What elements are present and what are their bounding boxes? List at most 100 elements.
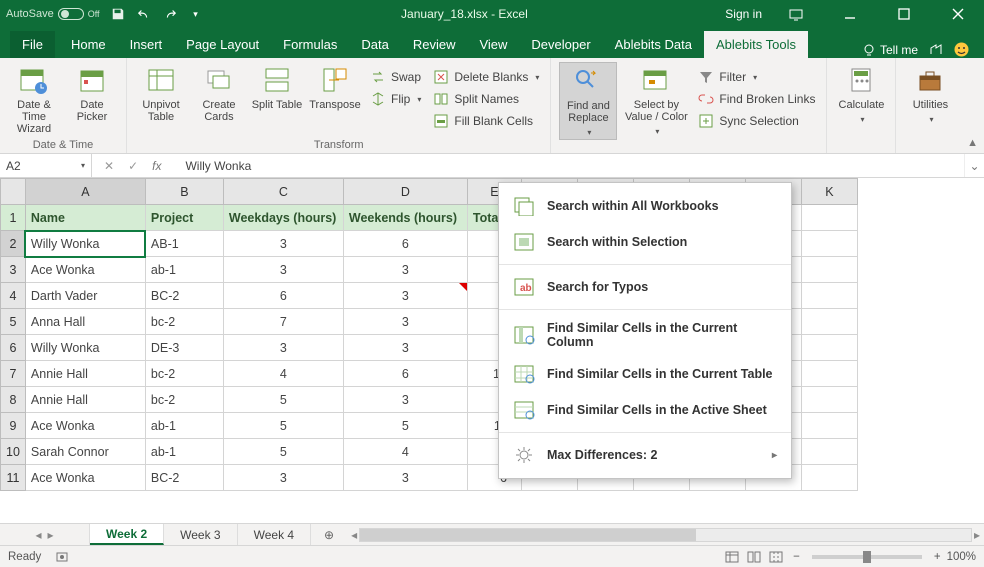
flip-icon [370,91,386,107]
tellme[interactable]: Tell me [862,43,918,57]
menu-max-differences[interactable]: Max Differences: 2▸ [499,437,791,473]
fill-blank-button[interactable]: Fill Blank Cells [430,110,542,132]
autosave-toggle[interactable]: AutoSave Off [6,8,100,20]
find-broken-links-button[interactable]: Find Broken Links [695,88,818,110]
gear-icon [513,444,535,466]
date-picker-button[interactable]: Date Picker [66,62,118,123]
spreadsheet-grid[interactable]: A B C D E F G H I J K 1 Name Project Wee… [0,178,984,523]
calendar-icon [76,64,108,96]
name-box[interactable]: A2 ▾ [0,154,92,177]
group-label: Transform [314,138,364,151]
svg-text:ab: ab [520,283,532,294]
zoom-in-icon[interactable]: + [934,551,941,563]
tab-insert[interactable]: Insert [118,31,175,58]
col-header[interactable]: B [145,179,223,205]
calculate-button[interactable]: Calculate▾ [835,62,887,126]
zoom-level[interactable]: 100% [947,551,976,563]
split-names-button[interactable]: Split Names [430,88,542,110]
sheet-nav[interactable]: ◂▸ [0,524,90,545]
signin-link[interactable]: Sign in [725,7,762,21]
smiley-icon[interactable] [953,41,970,58]
expand-formula-icon[interactable]: ⌄ [964,154,984,177]
sync-selection-button[interactable]: Sync Selection [695,110,818,132]
tab-view[interactable]: View [467,31,519,58]
date-time-wizard-button[interactable]: Date & Time Wizard [8,62,60,135]
view-normal-icon[interactable] [721,548,743,566]
flip-button[interactable]: Flip▾ [367,88,424,110]
zoom-out-icon[interactable]: − [793,551,800,563]
tab-ablebits-tools[interactable]: Ablebits Tools [704,31,808,58]
group-utilities: Utilities▾ [896,58,964,153]
macro-recorder-icon[interactable] [55,550,69,564]
filter-button[interactable]: Filter▾ [695,66,818,88]
menu-similar-column[interactable]: Find Similar Cells in the Current Column [499,314,791,356]
zoom-slider[interactable] [812,555,922,559]
lightbulb-icon [862,43,876,57]
ribbon-tabs: File Home Insert Page Layout Formulas Da… [0,28,984,58]
menu-similar-table[interactable]: Find Similar Cells in the Current Table [499,356,791,392]
col-header[interactable]: A [25,179,145,205]
view-page-layout-icon[interactable] [743,548,765,566]
formula-input[interactable]: Willy Wonka [179,154,964,177]
split-names-icon [433,91,449,107]
redo-icon[interactable] [162,6,178,22]
col-header[interactable]: D [343,179,467,205]
tab-formulas[interactable]: Formulas [271,31,349,58]
fill-blank-icon [433,113,449,129]
fx-icon[interactable]: fx [152,159,161,173]
select-all-corner[interactable] [1,179,26,205]
chevron-down-icon: ▾ [81,161,85,170]
find-replace-button[interactable]: Find and Replace▾ [559,62,617,140]
titlebar: AutoSave Off ▾ January_18.xlsx - Excel S… [0,0,984,28]
undo-icon[interactable] [136,6,152,22]
col-header[interactable]: K [801,179,857,205]
similar-column-icon [513,324,535,346]
sheet-tab-week4[interactable]: Week 4 [238,524,311,545]
ribbon-options-icon[interactable] [776,0,816,28]
transpose-button[interactable]: Transpose [309,62,361,111]
menu-similar-sheet[interactable]: Find Similar Cells in the Active Sheet [499,392,791,428]
horizontal-scrollbar[interactable]: ◂ ▸ [347,524,984,545]
accept-formula-icon[interactable]: ✓ [128,159,138,173]
share-icon[interactable] [928,42,943,57]
tab-review[interactable]: Review [401,31,468,58]
tab-home[interactable]: Home [59,31,118,58]
utilities-button[interactable]: Utilities▾ [904,62,956,126]
view-page-break-icon[interactable] [765,548,787,566]
menu-search-selection[interactable]: Search within Selection [499,224,791,260]
maximize-icon[interactable] [884,0,924,28]
menu-search-typos[interactable]: abSearch for Typos [499,269,791,305]
menu-search-all-workbooks[interactable]: Search within All Workbooks [499,188,791,224]
toolbox-icon [914,64,946,96]
chevron-right-icon: ▸ [772,450,777,461]
qat-dropdown-icon[interactable]: ▾ [188,6,204,22]
split-table-button[interactable]: Split Table [251,62,303,111]
tab-data[interactable]: Data [349,31,400,58]
filter-icon [698,69,714,85]
transpose-icon [319,64,351,96]
delete-blanks-button[interactable]: Delete Blanks▾ [430,66,542,88]
minimize-icon[interactable] [830,0,870,28]
calculator-icon [845,64,877,96]
tab-file[interactable]: File [10,31,55,58]
cancel-formula-icon[interactable]: ✕ [104,159,114,173]
select-by-icon [640,64,672,96]
window-title: January_18.xlsx - Excel [204,7,726,21]
sheet-tab-week2[interactable]: Week 2 [90,524,164,545]
create-cards-button[interactable]: Create Cards [193,62,245,123]
select-by-button[interactable]: Select by Value / Color▾ [623,62,689,138]
tab-page-layout[interactable]: Page Layout [174,31,271,58]
col-header[interactable]: C [223,179,343,205]
typos-icon: ab [513,276,535,298]
tab-developer[interactable]: Developer [519,31,602,58]
sheet-tab-bar: ◂▸ Week 2 Week 3 Week 4 ⊕ ◂ ▸ [0,523,984,545]
collapse-ribbon-icon[interactable]: ▲ [967,137,978,149]
close-icon[interactable] [938,0,978,28]
add-sheet-button[interactable]: ⊕ [311,524,347,545]
cell-A2[interactable]: Willy Wonka [25,231,145,257]
unpivot-table-button[interactable]: Unpivot Table [135,62,187,123]
swap-button[interactable]: Swap [367,66,424,88]
tab-ablebits-data[interactable]: Ablebits Data [603,31,704,58]
sheet-tab-week3[interactable]: Week 3 [164,524,237,545]
save-icon[interactable] [110,6,126,22]
